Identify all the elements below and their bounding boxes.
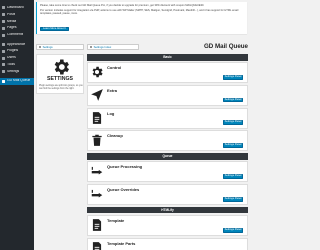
notice-line-2: Pro version includes support for integra… [40,8,239,16]
sidebar-item-label: Users [7,56,16,60]
gear-icon [90,65,104,79]
settings-card-extra: Extra Settings Panel [87,84,248,106]
document-icon [90,111,104,125]
sidebar-item-settings[interactable]: Settings [0,68,34,75]
gear-icon [54,59,69,75]
card-title: Queue Overrides [107,187,140,193]
document-icon [90,241,104,250]
sidebar-item-appearance[interactable]: Appearance [0,41,34,48]
sidebar-item-comments[interactable]: Comments [0,32,34,39]
list-icon [90,45,93,49]
sidebar-item-label: GD Mail Queue [7,79,31,83]
sidebar-item-gd-mail-queue[interactable]: GD Mail Queue [0,77,34,85]
card-title: Queue Processing [107,164,143,170]
settings-panel-button[interactable]: Settings Panel [223,120,243,126]
settings-title: SETTINGS [47,76,73,82]
settings-card-log: Log Settings Panel [87,107,248,129]
user-icon [2,56,5,60]
mail-icon [2,79,5,83]
settings-card-template-parts: Template PartsSettings Panel [87,237,248,250]
settings-index-label: Settings Index [93,44,112,49]
sidebar-item-label: Dashboard [7,5,24,9]
settings-panel: SETTINGS Plugin settings are split into … [36,54,84,94]
settings-panel-button[interactable]: Settings Panel [223,97,243,103]
page-title: GD Mail Queue [203,42,248,50]
settings-card-control: Control Settings Panel [87,62,248,84]
sidebar-item-label: Media [7,19,17,23]
sidebar-item-users[interactable]: Users [0,55,34,62]
sidebar-item-label: Pages [7,26,17,30]
sidebar-item-media[interactable]: Media [0,18,34,25]
settings-card-queue-processing: Queue Processing Settings Panel [87,161,248,183]
section-header: HTMLify [87,206,248,214]
upgrade-notice: Please, take some time to check out GD M… [36,2,247,34]
learn-more-button[interactable]: Learn More About It [40,26,69,32]
sliders-icon [2,70,5,74]
settings-panel-button[interactable]: Settings Panel [223,174,243,179]
sidebar-item-label: Posts [7,12,16,16]
card-title: Extra [107,87,118,93]
settings-back-button[interactable]: Settings [36,44,84,50]
card-title: Log [107,110,115,116]
sidebar-item-dashboard[interactable]: Dashboard [0,4,34,11]
dashboard-icon [2,5,5,9]
notice-line-1: Please, take some time to check out GD M… [40,4,205,7]
section-header: Queue [87,153,248,160]
settings-panel-button[interactable]: Settings Panel [223,227,243,233]
page-icon [2,26,5,30]
sidebar-item-label: Appearance [7,42,26,46]
trash-icon [90,133,104,147]
plug-icon [2,49,5,53]
settings-card-template: Template Settings Panel [87,215,248,237]
card-title: Template [107,218,125,224]
settings-panel-button[interactable]: Settings Panel [223,143,243,148]
sidebar-item-label: Settings [7,70,20,74]
settings-panel-button[interactable]: Settings Panel [223,74,243,80]
settings-panel-button[interactable]: Settings Panel [223,196,243,202]
brush-icon [2,42,5,46]
sidebar-item-label: Plugins [7,49,19,53]
sidebar-item-tools[interactable]: Tools [0,62,34,69]
sidebar-item-plugins[interactable]: Plugins [0,48,34,55]
settings-groups: Basic Control Settings Panel Extra Settings … [87,54,248,250]
settings-description: Plugin settings are split into groups, s… [39,85,83,90]
sidebar-item-posts[interactable]: Posts [0,11,34,18]
media-icon [2,19,5,23]
sidebar-item-label: Tools [7,63,15,67]
sidebar-item-label: Comments [7,33,24,37]
sidebar-item-pages[interactable]: Pages [0,25,34,32]
section-header: Basic [87,54,248,61]
pin-icon [2,12,5,16]
arrow-icon [90,187,104,201]
wrench-icon [2,63,5,67]
paper-plane-icon [90,88,104,102]
admin-sidebar: Dashboard Posts Media Pages Comments Appearan… [0,0,34,250]
comment-icon [2,33,5,37]
settings-back-label: Settings [42,44,53,49]
card-title: Cleanup [107,133,123,139]
card-title: Template Parts [107,240,136,246]
arrow-icon [90,164,104,178]
settings-index-button[interactable]: Settings Index [87,44,139,50]
back-icon [39,45,42,49]
settings-card-cleanup: Cleanup Settings Panel [87,130,248,152]
card-title: Control [107,65,122,71]
document-icon [90,218,104,232]
settings-card-queue-overrides: Queue Overrides Settings Panel [87,184,248,206]
